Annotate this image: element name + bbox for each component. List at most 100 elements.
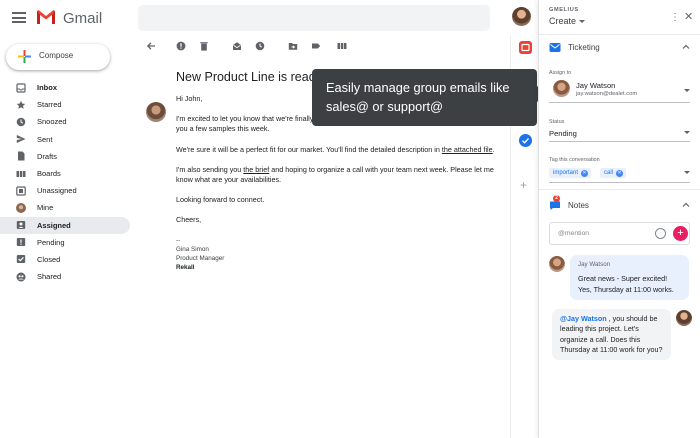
mention-placeholder: @mention (558, 230, 590, 237)
back-arrow-icon[interactable] (144, 39, 158, 53)
signature-name: Gina Simon (176, 245, 209, 253)
sidebar-item-starred[interactable]: Starred (0, 96, 130, 113)
main-menu-icon[interactable] (12, 12, 26, 23)
sidebar-item-assigned[interactable]: Assigned (0, 216, 130, 234)
sidebar-item-snoozed[interactable]: Snoozed (0, 113, 130, 130)
brief-link[interactable]: the brief (243, 165, 269, 174)
email-subject: New Product Line is ready (176, 70, 322, 84)
tags-label: Tag this conversation (549, 157, 600, 163)
feature-tooltip: Easily manage group emails like sales@ o… (312, 69, 546, 126)
create-label: Create (549, 16, 577, 26)
sidebar-item-label: Inbox (37, 83, 57, 93)
chevron-up-icon (682, 44, 690, 49)
sidebar-item-label: Mine (37, 203, 54, 213)
sidebar-item-label: Unassigned (37, 186, 77, 196)
mention-link[interactable]: @Jay Watson (560, 314, 607, 323)
search-input[interactable] (138, 5, 490, 31)
signature-title: Product Manager (176, 254, 225, 262)
message-toolbar (140, 39, 510, 55)
assign-field-underline (549, 102, 690, 103)
top-bar: Gmail (0, 0, 538, 36)
sidebar-item-drafts[interactable]: Drafts (0, 148, 130, 165)
sidebar-item-shared[interactable]: Shared (0, 268, 130, 285)
boards-icon[interactable] (335, 39, 349, 53)
inbox-icon (16, 82, 26, 93)
create-dropdown[interactable]: Create (549, 16, 586, 26)
unassigned-icon (16, 186, 26, 196)
ticketing-title: Ticketing (568, 43, 600, 52)
note-author-avatar (549, 256, 565, 272)
brand-name: GMELIUS (549, 7, 579, 13)
ticketing-header[interactable]: Ticketing (539, 40, 700, 56)
add-addon-icon[interactable]: + (520, 178, 527, 192)
move-to-icon[interactable] (286, 39, 300, 53)
sidebar-item-label: Pending (37, 237, 65, 247)
status-select[interactable]: Pending (549, 129, 577, 138)
tag-chip-call[interactable]: call ✕ (600, 168, 627, 178)
tags-dropdown-icon[interactable] (684, 171, 690, 174)
add-note-button[interactable]: + (673, 226, 688, 241)
tag-chip-important[interactable]: important ✕ (549, 168, 592, 178)
snooze-icon[interactable] (253, 39, 267, 53)
notes-title: Notes (568, 201, 589, 210)
status-dropdown-icon[interactable] (684, 131, 690, 134)
report-spam-icon[interactable] (174, 39, 188, 53)
compose-button[interactable]: Compose (6, 44, 110, 70)
compose-label: Compose (39, 51, 74, 60)
pending-icon (16, 237, 26, 247)
mark-unread-icon[interactable] (230, 39, 244, 53)
mention-input[interactable]: @mention + (549, 222, 690, 245)
assign-dropdown-icon[interactable] (684, 89, 690, 92)
gmail-logo-icon (37, 10, 55, 24)
notes-header[interactable]: Notes (539, 198, 700, 214)
gmelius-panel: GMELIUS Create ⋮ ✕ Ticketing Assign to J… (538, 0, 700, 438)
emoji-icon[interactable] (655, 228, 666, 239)
sidebar-item-sent[interactable]: Sent (0, 131, 130, 148)
sidebar-item-label: Assigned (37, 220, 71, 230)
attached-file-link[interactable]: the attached file (442, 145, 493, 154)
remove-tag-icon[interactable]: ✕ (616, 169, 624, 177)
close-icon[interactable]: ✕ (684, 10, 693, 23)
note-text: Great news - Super excited! Yes, Thursda… (578, 274, 674, 294)
ticket-icon (549, 43, 561, 52)
label-icon[interactable] (309, 39, 323, 53)
sidebar-item-label: Closed (37, 254, 61, 264)
sidebar-item-label: Snoozed (37, 117, 67, 127)
closed-icon (16, 254, 26, 264)
email-text: I'm also sending you (176, 164, 244, 174)
app-name: Gmail (63, 10, 103, 27)
star-icon (16, 100, 26, 110)
sidebar-item-label: Drafts (37, 151, 58, 161)
sidebar-item-mine[interactable]: Mine (0, 199, 130, 216)
sidebar-item-boards[interactable]: Boards (0, 165, 130, 182)
more-vert-icon[interactable]: ⋮ (670, 12, 680, 23)
trash-icon[interactable] (197, 39, 211, 53)
notes-count-badge: 2 (553, 195, 560, 202)
shared-icon (16, 272, 26, 282)
sidebar-item-pending[interactable]: Pending (0, 234, 130, 251)
avatar-icon (16, 202, 26, 213)
sidebar-item-closed[interactable]: Closed (0, 251, 130, 268)
signature-dash: -- (176, 236, 181, 244)
divider (539, 34, 700, 35)
note-author-avatar (676, 310, 692, 326)
assignee-name[interactable]: Jay Watson (576, 81, 615, 90)
assign-label: Assign to (549, 70, 572, 76)
tasks-icon[interactable] (519, 134, 532, 147)
sender-avatar[interactable] (146, 102, 166, 122)
boards-icon (16, 169, 26, 179)
account-avatar[interactable] (512, 7, 531, 26)
email-text: . (492, 144, 495, 154)
sidebar-item-label: Sent (37, 134, 53, 144)
plus-icon (18, 50, 31, 63)
email-text: We're sure it will be a perfect fit for … (176, 144, 442, 154)
divider (539, 189, 700, 190)
assigned-icon (16, 220, 26, 230)
status-label: Status (549, 119, 565, 125)
sidebar-item-unassigned[interactable]: Unassigned (0, 182, 130, 199)
tag-label: call (604, 170, 614, 176)
sidebar-item-inbox[interactable]: Inbox (0, 79, 130, 96)
remove-tag-icon[interactable]: ✕ (581, 169, 589, 177)
status-field-underline (549, 141, 690, 142)
gmelius-icon[interactable] (519, 41, 532, 54)
